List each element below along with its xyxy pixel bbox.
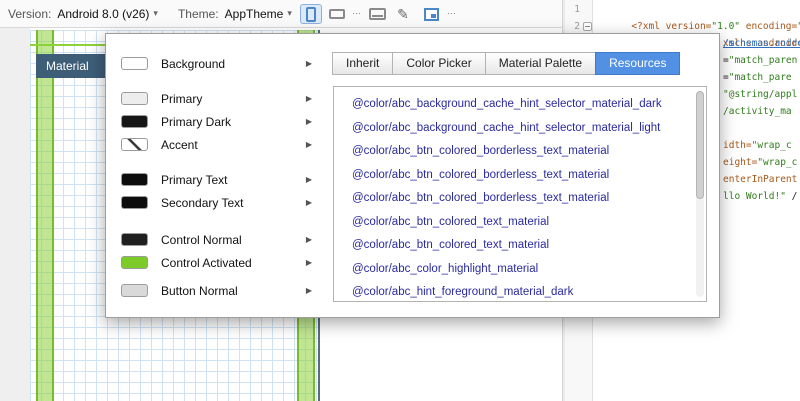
version-dropdown[interactable]: Android 8.0 (v26) ▾ — [57, 7, 158, 21]
theme-attr-control-activated[interactable]: Control Activated ▶ — [106, 251, 332, 274]
attr-label: Secondary Text — [161, 195, 244, 210]
resource-item[interactable]: @color/abc_btn_colored_borderless_text_m… — [334, 140, 706, 164]
picker-tabs: Inherit Color Picker Material Palette Re… — [332, 52, 681, 75]
theme-overflow-button[interactable]: … — [447, 6, 457, 16]
attr-label: Control Normal — [161, 232, 242, 247]
color-swatch — [121, 256, 148, 269]
color-swatch — [121, 138, 148, 151]
chevron-right-icon: ▶ — [305, 117, 312, 126]
dock-phone-icon — [368, 8, 386, 20]
code-line-fragment[interactable]: ="match_pare — [723, 69, 792, 86]
panel-edge — [0, 28, 30, 401]
tab-inherit[interactable]: Inherit — [332, 52, 394, 75]
theme-attr-primary-dark[interactable]: Primary Dark ▶ — [106, 110, 332, 133]
code-line-fragment[interactable]: ="match_paren — [723, 52, 797, 69]
design-toolbar: Version: Android 8.0 (v26) ▾ Theme: AppT… — [0, 0, 562, 28]
theme-attr-background[interactable]: Background ▶ — [106, 52, 332, 75]
orientation-landscape-button[interactable] — [324, 4, 350, 24]
device-dock-button[interactable] — [364, 4, 390, 24]
resource-item[interactable]: @color/abc_hint_foreground_material_dark — [334, 281, 706, 301]
version-value: Android 8.0 (v26) — [57, 6, 150, 21]
color-swatch — [121, 92, 148, 105]
version-label: Version: — [8, 6, 52, 21]
tab-resources[interactable]: Resources — [595, 52, 681, 75]
palette-icon — [423, 7, 439, 21]
chevron-right-icon: ▶ — [305, 286, 312, 295]
color-swatch — [121, 196, 148, 209]
code-line-fragment[interactable]: idth="wrap_c — [723, 137, 792, 154]
chevron-right-icon: ▶ — [305, 175, 312, 184]
attr-label: Primary — [161, 91, 203, 106]
theme-label: Theme: — [177, 6, 219, 21]
theme-attr-accent[interactable]: Accent ▶ — [106, 133, 332, 156]
pencil-icon: ✎ — [397, 6, 409, 22]
portrait-phone-icon — [306, 6, 316, 22]
landscape-phone-icon — [329, 9, 345, 19]
chevron-right-icon: ▶ — [305, 59, 312, 68]
code-line-fragment[interactable]: /activity_ma — [723, 103, 792, 120]
code-fold-icon[interactable] — [583, 22, 592, 31]
chevron-right-icon: ▶ — [305, 198, 312, 207]
theme-attr-secondary-text[interactable]: Secondary Text ▶ — [106, 191, 332, 214]
resource-item[interactable]: @color/abc_btn_colored_borderless_text_m… — [334, 164, 706, 188]
color-swatch — [121, 233, 148, 246]
code-line-fragment[interactable]: /schemas.andro — [723, 35, 800, 52]
tab-material-palette[interactable]: Material Palette — [484, 52, 597, 75]
list-scrollbar[interactable] — [696, 91, 704, 297]
color-swatch — [121, 57, 148, 70]
chevron-right-icon: ▶ — [305, 140, 312, 149]
annotate-button[interactable]: ✎ — [392, 4, 414, 24]
resource-item[interactable]: @color/abc_btn_colored_borderless_text_m… — [334, 187, 706, 211]
code-line-fragment[interactable]: enterInParent — [723, 171, 797, 188]
line-number: 1 — [574, 4, 580, 15]
resource-item[interactable]: @color/abc_btn_colored_text_material — [334, 234, 706, 258]
chevron-right-icon: ▶ — [305, 235, 312, 244]
chevron-down-icon: ▾ — [153, 8, 158, 18]
resource-item[interactable]: @color/abc_color_highlight_material — [334, 258, 706, 282]
color-swatch — [121, 173, 148, 186]
theme-value: AppTheme — [224, 6, 284, 21]
android-studio-layout-editor: Version: Android 8.0 (v26) ▾ Theme: AppT… — [0, 0, 800, 401]
code-line-fragment[interactable]: eight="wrap_c — [723, 154, 797, 171]
theme-attr-primary[interactable]: Primary ▶ — [106, 87, 332, 110]
scrollbar-thumb[interactable] — [696, 91, 704, 199]
code-line-fragment[interactable]: "@string/appl — [723, 86, 797, 103]
attr-label: Primary Text — [161, 172, 228, 187]
resource-item[interactable]: @color/abc_background_cache_hint_selecto… — [334, 93, 706, 117]
resource-item[interactable]: @color/abc_background_cache_hint_selecto… — [334, 117, 706, 141]
theme-attr-primary-text[interactable]: Primary Text ▶ — [106, 168, 332, 191]
attr-label: Primary Dark — [161, 114, 232, 129]
theme-dropdown[interactable]: AppTheme ▾ — [225, 7, 292, 21]
attr-label: Background — [161, 56, 226, 71]
app-title: Material — [46, 59, 89, 73]
attr-label: Accent — [161, 137, 198, 152]
code-line-fragment[interactable]: llo World!" / — [723, 188, 797, 205]
theme-attributes-pane: Background ▶ Primary ▶ Primary Dark ▶ Ac… — [106, 34, 332, 317]
attr-label: Button Normal — [161, 283, 238, 298]
orientation-portrait-button[interactable] — [300, 4, 322, 24]
resource-item[interactable]: @color/abc_btn_colored_text_material — [334, 211, 706, 235]
theme-attr-control-normal[interactable]: Control Normal ▶ — [106, 228, 332, 251]
tab-color-picker[interactable]: Color Picker — [392, 52, 486, 75]
color-swatch — [121, 115, 148, 128]
theme-editor-popup: Background ▶ Primary ▶ Primary Dark ▶ Ac… — [105, 33, 720, 318]
keyline-stripe-left — [36, 30, 54, 401]
resources-list: @color/abc_background_cache_hint_selecto… — [333, 86, 707, 302]
attr-label: Control Activated — [161, 255, 252, 270]
color-swatch — [121, 284, 148, 297]
theme-editor-button[interactable] — [418, 4, 444, 24]
chevron-down-icon: ▾ — [287, 8, 292, 18]
orientation-overflow-button[interactable]: … — [352, 6, 362, 16]
theme-attr-button-normal[interactable]: Button Normal ▶ — [106, 279, 332, 302]
chevron-right-icon: ▶ — [305, 94, 312, 103]
chevron-right-icon: ▶ — [305, 258, 312, 267]
